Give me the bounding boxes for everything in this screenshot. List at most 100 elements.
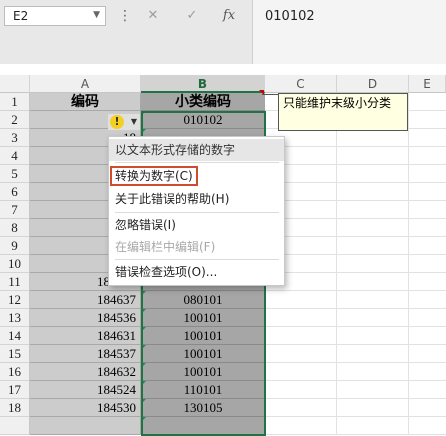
row-header[interactable] — [0, 417, 30, 435]
row-header[interactable]: 13 — [0, 309, 30, 327]
cell-e[interactable] — [409, 273, 446, 291]
menu-item-edit-in-formula-bar: 在编辑栏中编辑(F) — [115, 240, 216, 254]
cell-e[interactable] — [409, 183, 446, 201]
row-header[interactable]: 18 — [0, 399, 30, 417]
row-header[interactable]: 11 — [0, 273, 30, 291]
cell-c[interactable] — [265, 381, 337, 399]
column-header-e[interactable]: E — [409, 75, 446, 93]
cell-e[interactable] — [409, 147, 446, 165]
cell-a[interactable]: 184524 — [30, 381, 141, 399]
row-header[interactable]: 1 — [0, 93, 30, 111]
menu-item-ignore-error[interactable]: 忽略错误(I) — [109, 214, 284, 236]
cell-d[interactable] — [337, 255, 409, 273]
cell-d[interactable] — [337, 381, 409, 399]
name-box[interactable]: E2 ▼ — [4, 6, 106, 26]
cell-a[interactable]: 184637 — [30, 291, 141, 309]
column-header-c[interactable]: C — [265, 75, 337, 93]
cell-d[interactable] — [337, 363, 409, 381]
error-options-menu: 以文本形式存储的数字 转换为数字(C) 关于此错误的帮助(H) 忽略错误(I) … — [108, 136, 285, 286]
menu-item-convert-to-number[interactable]: 转换为数字(C) — [109, 165, 284, 187]
cell-c[interactable] — [265, 363, 337, 381]
row-header[interactable]: 17 — [0, 381, 30, 399]
check-icon[interactable]: ✓ — [182, 6, 202, 26]
row-header[interactable]: 8 — [0, 219, 30, 237]
convert-to-number-highlight: 转换为数字(C) — [110, 166, 198, 186]
column-header-b[interactable]: B — [141, 75, 265, 93]
formula-input[interactable]: 010102 — [252, 0, 446, 64]
cell-e[interactable] — [409, 417, 446, 435]
cell-c[interactable] — [265, 399, 337, 417]
cell-e[interactable] — [409, 399, 446, 417]
cell-b1[interactable]: 小类编码 — [141, 93, 265, 111]
cell-d[interactable] — [337, 219, 409, 237]
cell-e[interactable] — [409, 111, 446, 129]
cell-e[interactable] — [409, 309, 446, 327]
cell-d[interactable] — [337, 309, 409, 327]
column-header-a[interactable]: A — [30, 75, 141, 93]
row-header[interactable]: 3 — [0, 129, 30, 147]
cell-a[interactable] — [30, 417, 141, 435]
cell-d[interactable] — [337, 273, 409, 291]
cell-e[interactable] — [409, 381, 446, 399]
cell-a[interactable]: 184530 — [30, 399, 141, 417]
cell-e[interactable] — [409, 165, 446, 183]
cell-c[interactable] — [265, 291, 337, 309]
cell-a[interactable]: 184537 — [30, 345, 141, 363]
row-header[interactable]: 10 — [0, 255, 30, 273]
row-header[interactable]: 9 — [0, 237, 30, 255]
cell-d[interactable] — [337, 399, 409, 417]
select-all-corner[interactable] — [0, 75, 30, 93]
cell-d[interactable] — [337, 201, 409, 219]
row-header[interactable]: 16 — [0, 363, 30, 381]
menu-header: 以文本形式存储的数字 — [109, 139, 284, 161]
cell-c[interactable] — [265, 417, 337, 435]
cell-a1[interactable]: 编码 — [30, 93, 141, 111]
cell-comment: 只能维护末级小分类 — [278, 93, 408, 131]
menu-separator — [115, 212, 279, 213]
row-header[interactable]: 2 — [0, 111, 30, 129]
cell-e1[interactable] — [409, 93, 446, 111]
cell-a[interactable]: 184631 — [30, 327, 141, 345]
cell-d[interactable] — [337, 183, 409, 201]
row-header[interactable]: 12 — [0, 291, 30, 309]
cell-e[interactable] — [409, 237, 446, 255]
cell-e[interactable] — [409, 201, 446, 219]
row-header[interactable]: 14 — [0, 327, 30, 345]
menu-item-error-checking-options[interactable]: 错误检查选项(O)... — [109, 261, 284, 283]
cell-d[interactable] — [337, 147, 409, 165]
column-header-d[interactable]: D — [337, 75, 409, 93]
cell-d[interactable] — [337, 165, 409, 183]
cell-d[interactable] — [337, 417, 409, 435]
menu-item-help[interactable]: 关于此错误的帮助(H) — [109, 188, 284, 210]
cancel-icon[interactable]: ✕ — [143, 6, 163, 26]
row-header[interactable]: 4 — [0, 147, 30, 165]
cell-c[interactable] — [265, 327, 337, 345]
cell-e[interactable] — [409, 129, 446, 147]
menu-separator — [115, 259, 279, 260]
insert-function-button[interactable]: fx — [218, 6, 240, 26]
cell-e[interactable] — [409, 363, 446, 381]
cell-c[interactable] — [265, 309, 337, 327]
chevron-down-icon[interactable]: ▼ — [128, 114, 140, 130]
cell-e[interactable] — [409, 219, 446, 237]
cell-d[interactable] — [337, 327, 409, 345]
row-header[interactable]: 5 — [0, 165, 30, 183]
cell-c[interactable] — [265, 345, 337, 363]
cell-e[interactable] — [409, 255, 446, 273]
cell-e[interactable] — [409, 345, 446, 363]
cell-a[interactable]: 184536 — [30, 309, 141, 327]
cell-e[interactable] — [409, 327, 446, 345]
row-header[interactable]: 15 — [0, 345, 30, 363]
cell-d[interactable] — [337, 345, 409, 363]
row-header[interactable]: 6 — [0, 183, 30, 201]
cell-d[interactable] — [337, 291, 409, 309]
more-options-icon[interactable]: ⋮ — [118, 6, 132, 26]
cell-d[interactable] — [337, 129, 409, 147]
cell-e[interactable] — [409, 291, 446, 309]
row-header[interactable]: 7 — [0, 201, 30, 219]
cell-d[interactable] — [337, 237, 409, 255]
chevron-down-icon[interactable]: ▼ — [93, 10, 100, 20]
error-indicator-button[interactable]: ! — [108, 114, 128, 130]
warning-icon: ! — [110, 115, 124, 129]
cell-a[interactable]: 184632 — [30, 363, 141, 381]
